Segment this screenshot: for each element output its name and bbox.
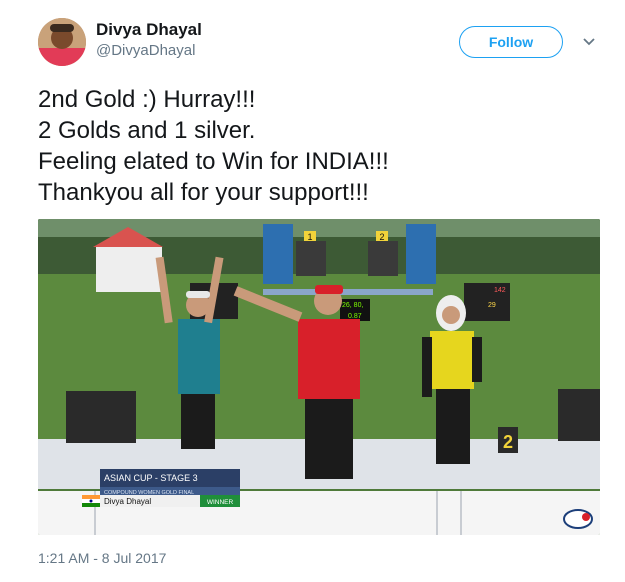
- tweet-photo[interactable]: 1 2 26, 80, 0.87 142 29 2 ASIAN CUP - ST…: [38, 219, 600, 535]
- target-banner: [406, 224, 436, 284]
- tweet-line: 2nd Gold :) Hurray!!!: [38, 86, 256, 113]
- avatar[interactable]: [38, 18, 86, 66]
- tweet-line: 2 Golds and 1 silver.: [38, 117, 256, 144]
- target-board: [296, 241, 326, 276]
- svg-text:26, 80,: 26, 80,: [342, 302, 363, 309]
- svg-text:142: 142: [494, 287, 506, 294]
- user-handle[interactable]: @DivyaDhayal: [96, 42, 195, 59]
- tweet-line: Feeling elated to Win for INDIA!!!: [38, 148, 389, 175]
- target-banner: [263, 224, 293, 284]
- svg-text:0.87: 0.87: [348, 313, 362, 320]
- display-name[interactable]: Divya Dhayal: [96, 20, 202, 40]
- avatar-photo: [38, 18, 86, 66]
- chevron-down-icon[interactable]: [581, 33, 597, 49]
- svg-text:29: 29: [488, 302, 496, 309]
- tweet-text: 2nd Gold :) Hurray!!! 2 Golds and 1 silv…: [38, 84, 598, 208]
- target-board: [368, 241, 398, 276]
- tweet-line: Thankyou all for your support!!!: [38, 179, 369, 206]
- result-label: WINNER: [207, 499, 234, 506]
- follow-button[interactable]: Follow: [459, 26, 563, 58]
- target-number: 2: [379, 232, 384, 242]
- tweet-timestamp[interactable]: 1:21 AM - 8 Jul 2017: [38, 550, 166, 566]
- tent: [96, 247, 162, 292]
- athlete-name: Divya Dhayal: [104, 497, 151, 506]
- podium-scene: 1 2 26, 80, 0.87 142 29 2 ASIAN CUP - ST…: [38, 219, 600, 535]
- speaker: [66, 391, 136, 443]
- target-number: 1: [307, 232, 312, 242]
- speaker: [558, 389, 600, 441]
- broadcast-title: ASIAN CUP - STAGE 3: [104, 473, 198, 483]
- podium-number: 2: [503, 432, 513, 452]
